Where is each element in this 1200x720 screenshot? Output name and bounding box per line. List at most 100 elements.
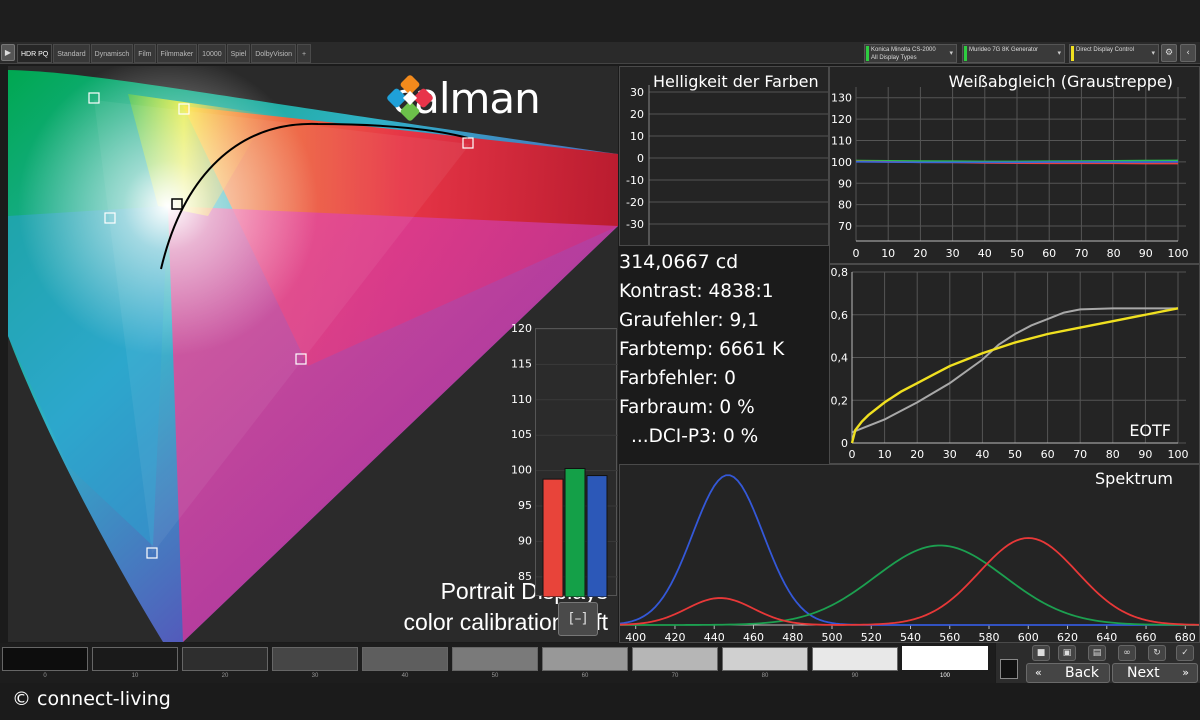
tab-film[interactable]: Film <box>134 44 156 63</box>
spectrum-x-tick-label: 480 <box>782 631 803 643</box>
eotf-x-tick-label: 30 <box>943 448 957 461</box>
gear-icon[interactable]: ⚙ <box>1161 44 1177 62</box>
lum-tick-label: 95 <box>518 499 532 512</box>
gray-swatch-80[interactable] <box>722 647 808 671</box>
wb-x-tick-label: 70 <box>1074 247 1088 260</box>
tab-dynamisch[interactable]: Dynamisch <box>90 44 134 63</box>
brightness-panel: Helligkeit der Farben 30 20 10 0 -10 -20 -30 <box>619 66 829 246</box>
calman-diamond-logo <box>387 75 433 121</box>
gamut-readout: Farbraum: 0 % <box>619 397 755 418</box>
link-icon[interactable]: ∞ <box>1118 645 1136 661</box>
swatch-label: 80 <box>761 673 769 679</box>
top-bar <box>0 0 1200 42</box>
pattern-preview-icon[interactable] <box>1000 659 1018 679</box>
eotf-x-tick-label: 60 <box>1041 448 1055 461</box>
device-name: Murideo 7G 8K Generator <box>969 47 1039 53</box>
device-name: Direct Display Control <box>1076 47 1135 53</box>
tab-strip: HDR PQ Standard Dynamisch Film Filmmaker 1000… <box>17 44 312 63</box>
rgb-balance-chart <box>535 328 618 598</box>
floppy-arrow-icon[interactable]: ▤ <box>1088 645 1106 661</box>
swatch-label: 70 <box>671 673 679 679</box>
brightness-tick-label: -20 <box>626 196 644 209</box>
device-selector-3[interactable]: Direct Display Control ▾ <box>1069 44 1159 63</box>
stop-icon[interactable]: ■ <box>1032 645 1050 661</box>
contrast-readout: Kontrast: 4838:1 <box>619 281 774 302</box>
eotf-x-tick-label: 70 <box>1073 448 1087 461</box>
wb-y-tick-label: 100 <box>831 156 852 169</box>
luminance-axis-labels: 120 115 110 105 100 95 90 85 <box>496 322 534 597</box>
double-chevron-left-icon: « <box>1035 666 1042 679</box>
play-icon[interactable]: ▶ <box>1 44 15 61</box>
spectrum-x-tick-label: 580 <box>979 631 1000 643</box>
chevron-left-icon[interactable]: ‹ <box>1180 44 1196 62</box>
device-selector-1[interactable]: Konica Minolta CS-2000 All Display Types ▾ <box>864 44 957 63</box>
eotf-y-tick-label: 0,8 <box>831 266 849 279</box>
wb-x-tick-label: 30 <box>946 247 960 260</box>
lum-tick-label: 115 <box>511 357 532 370</box>
gray-swatch-40[interactable] <box>362 647 448 671</box>
double-chevron-right-icon: » <box>1182 666 1189 679</box>
tab-dolbyvision[interactable]: DolbyVision <box>251 44 297 63</box>
gray-swatch-0[interactable] <box>2 647 88 671</box>
gray-swatch-30[interactable] <box>272 647 358 671</box>
spectrum-x-tick-label: 420 <box>664 631 685 643</box>
eotf-x-tick-label: 0 <box>849 448 856 461</box>
refresh-icon[interactable]: ↻ <box>1148 645 1166 661</box>
color-temp-readout: Farbtemp: 6661 K <box>619 339 785 360</box>
spectrum-x-tick-label: 640 <box>1096 631 1117 643</box>
device-selector-2[interactable]: Murideo 7G 8K Generator ▾ <box>962 44 1065 63</box>
brightness-tick-label: 10 <box>630 130 644 143</box>
spectrum-series-green <box>620 544 1199 626</box>
spectrum-x-tick-label: 500 <box>821 631 842 643</box>
device-status-bar <box>866 46 869 61</box>
spectrum-x-tick-label: 520 <box>861 631 882 643</box>
spectrum-x-tick-label: 440 <box>704 631 725 643</box>
swatch-label: 50 <box>491 673 499 679</box>
swatch-label: 90 <box>851 673 859 679</box>
spectrum-x-tick-label: 560 <box>939 631 960 643</box>
wb-y-tick-label: 110 <box>831 134 852 147</box>
tab-spiel[interactable]: Spiel <box>226 44 251 63</box>
gray-swatch-60[interactable] <box>542 647 628 671</box>
wb-x-tick-label: 10 <box>881 247 895 260</box>
wb-x-tick-label: 20 <box>913 247 927 260</box>
eotf-x-tick-label: 20 <box>910 448 924 461</box>
lum-tick-label: 90 <box>518 534 532 547</box>
checkmark-icon[interactable]: ✓ <box>1176 645 1194 661</box>
lum-tick-label: 110 <box>511 393 532 406</box>
spectrum-series-red <box>620 537 1199 626</box>
gray-swatch-20[interactable] <box>182 647 268 671</box>
eotf-panel: 0,8 0,6 0,4 0,2 0 0 10 20 30 40 50 60 70 80 90 100 EOTF <box>829 264 1200 464</box>
tab-standard[interactable]: Standard <box>53 44 90 63</box>
swatch-label: 100 <box>939 673 950 679</box>
footer: © connect-living <box>0 684 1200 720</box>
lum-tick-label: 120 <box>511 322 532 335</box>
wb-x-tick-label: 90 <box>1139 247 1153 260</box>
tab-filmmaker[interactable]: Filmmaker <box>156 44 198 63</box>
back-button[interactable]: « Back <box>1026 663 1110 683</box>
spectrum-title: Spektrum <box>1095 469 1173 488</box>
gray-swatch-50[interactable] <box>452 647 538 671</box>
plus-icon[interactable]: + <box>297 44 312 63</box>
target-bracket-icon[interactable]: [–] <box>558 602 598 636</box>
spectrum-x-tick-label: 620 <box>1057 631 1078 643</box>
gray-swatch-10[interactable] <box>92 647 178 671</box>
brightness-tick-label: -30 <box>626 218 644 231</box>
eotf-y-tick-label: 0,2 <box>831 394 849 407</box>
swatch-label: 60 <box>581 673 589 679</box>
next-button[interactable]: Next » <box>1112 663 1198 683</box>
wb-y-tick-label: 80 <box>838 199 852 212</box>
swatch-label: 40 <box>401 673 409 679</box>
lum-bar-red <box>542 478 564 598</box>
gray-swatch-70[interactable] <box>632 647 718 671</box>
wb-x-tick-label: 80 <box>1107 247 1121 260</box>
tab-10000[interactable]: 10000 <box>198 44 226 63</box>
eotf-y-tick-label: 0,6 <box>831 309 849 322</box>
gray-swatch-100[interactable] <box>902 646 988 670</box>
brightness-tick-label: 30 <box>630 86 644 99</box>
tab-hdr-pq[interactable]: HDR PQ <box>17 44 53 63</box>
wb-y-tick-label: 90 <box>838 177 852 190</box>
floppy-icon[interactable]: ▣ <box>1058 645 1076 661</box>
device-name: Konica Minolta CS-2000 <box>871 47 936 53</box>
gray-swatch-90[interactable] <box>812 647 898 671</box>
